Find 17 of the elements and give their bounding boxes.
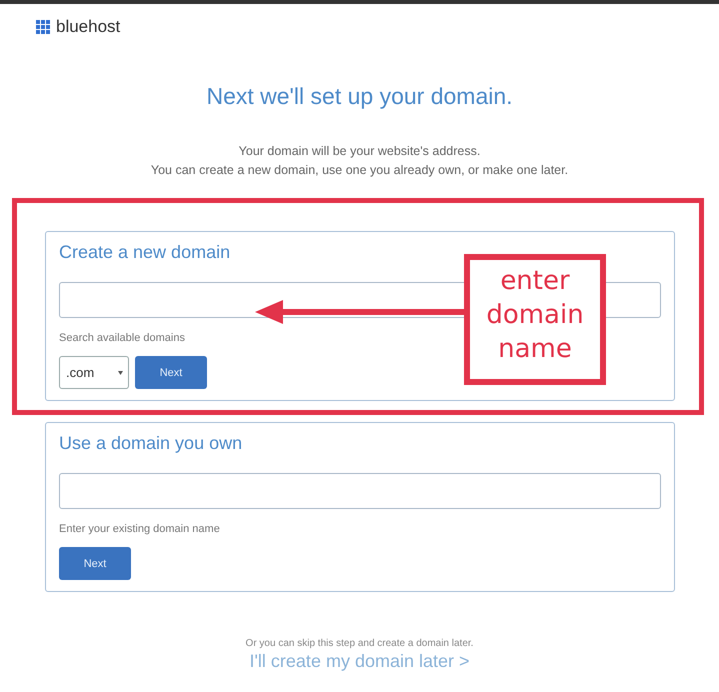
caret-icon bbox=[118, 370, 123, 374]
grid-icon bbox=[36, 20, 50, 34]
field-hint: Search available domains bbox=[59, 332, 186, 344]
annotation-note: enter domain name bbox=[464, 254, 606, 385]
intro-text: You can create a new domain, use one you already own, or make one later. bbox=[150, 162, 568, 179]
intro-text: Your domain will be your website's address. bbox=[238, 143, 480, 160]
create-later-link[interactable]: I'll create my domain later > bbox=[249, 651, 470, 672]
logo-text: bluehost bbox=[56, 17, 120, 37]
next-button[interactable]: Next bbox=[135, 356, 207, 389]
next-button[interactable]: Next bbox=[59, 547, 131, 580]
skip-note: Or you can skip this step and create a domain later. bbox=[246, 638, 474, 649]
field-hint: Enter your existing domain name bbox=[59, 523, 221, 535]
domain-input-field[interactable] bbox=[59, 473, 661, 509]
tld-dropdown[interactable]: .com bbox=[59, 356, 129, 389]
card-title: Use a domain you own bbox=[59, 433, 244, 454]
card-title: Create a new domain bbox=[59, 242, 232, 263]
page-heading: Next we'll set up your domain. bbox=[205, 83, 514, 110]
